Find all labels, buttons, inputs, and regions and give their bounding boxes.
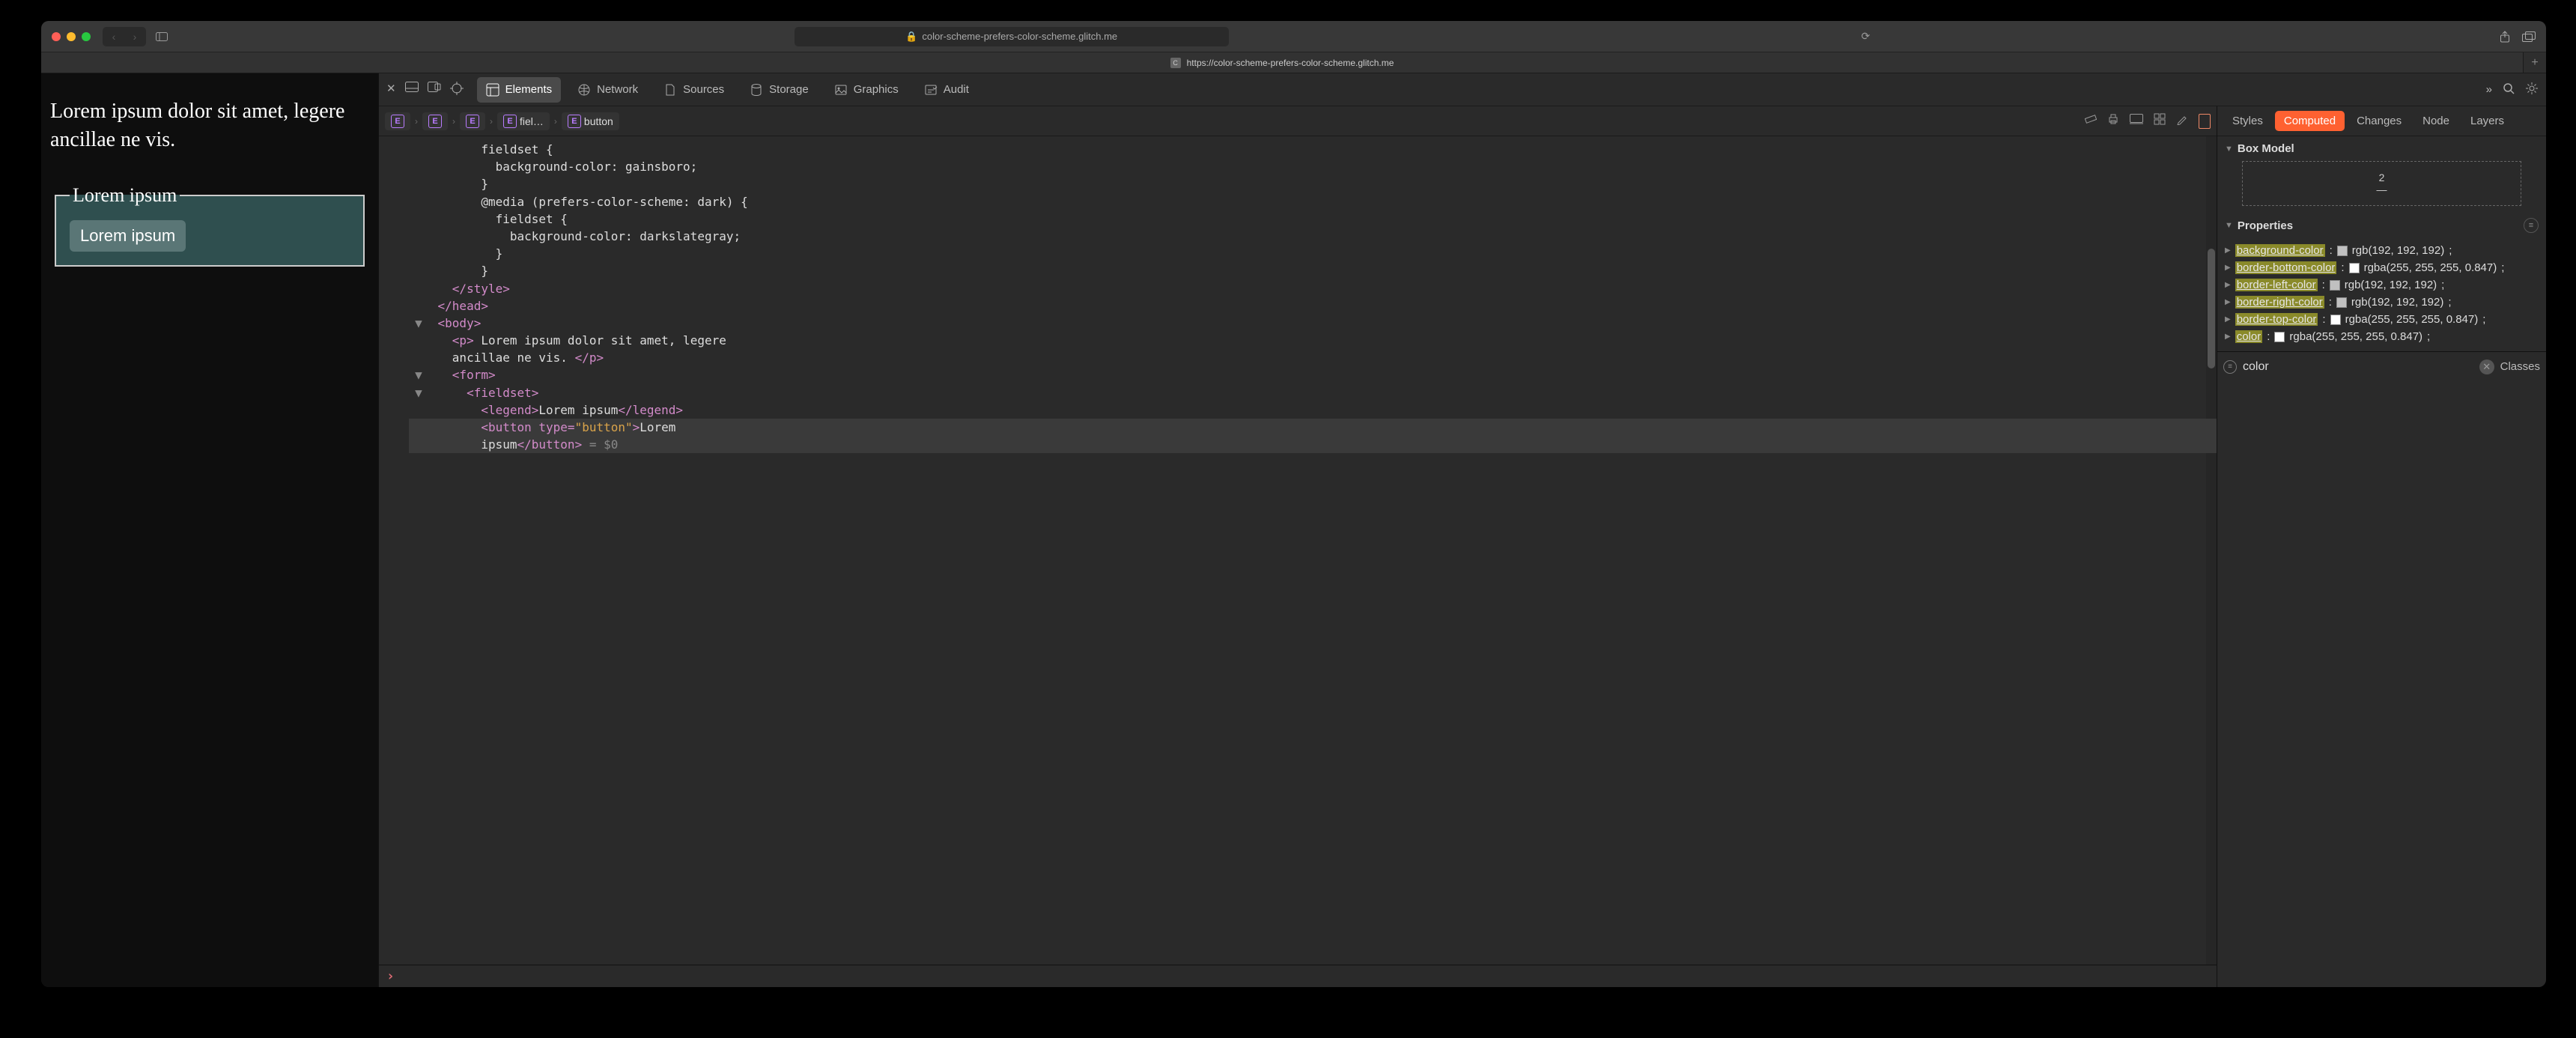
rendered-page: Lorem ipsum dolor sit amet, legere ancil… xyxy=(41,73,378,987)
print-icon[interactable] xyxy=(2107,113,2119,129)
breadcrumb-item[interactable]: Efiel… xyxy=(497,112,550,130)
tab-audit-label: Audit xyxy=(944,83,969,96)
dom-tree[interactable]: fieldset { background-color: gainsboro; … xyxy=(379,136,2217,965)
tab-node[interactable]: Node xyxy=(2414,111,2458,131)
favicon-icon: C xyxy=(1170,58,1181,68)
tab-title: https://color-scheme-prefers-color-schem… xyxy=(1187,58,1394,68)
forward-button[interactable]: › xyxy=(125,28,145,45)
computed-property[interactable]: ▶background-color: rgb(192, 192, 192); xyxy=(2225,242,2539,259)
console-prompt[interactable]: › xyxy=(379,965,2217,987)
reload-button[interactable]: ⟳ xyxy=(1856,28,1875,45)
sidebar-tabs: Styles Computed Changes Node Layers xyxy=(2217,106,2546,136)
breadcrumb-item[interactable]: E xyxy=(422,112,448,130)
breadcrumb-item[interactable]: Ebutton xyxy=(562,112,619,130)
share-icon[interactable] xyxy=(2498,30,2512,43)
elements-toolbar: E › E › E › Efiel… › Ebutton xyxy=(379,106,2217,136)
new-tab-button[interactable]: + xyxy=(2524,56,2546,70)
nav-back-forward: ‹ › xyxy=(103,27,146,46)
page-form: Lorem ipsum Lorem ipsum xyxy=(50,184,369,267)
toolbar-right xyxy=(2498,30,2536,43)
url-bar[interactable]: 🔒 color-scheme-prefers-color-scheme.glit… xyxy=(795,27,1229,46)
devtools-tabbar: ✕ Elements Network Sources xyxy=(379,73,2546,106)
compositing-icon[interactable] xyxy=(2199,114,2211,129)
tab-sources[interactable]: Sources xyxy=(654,77,733,103)
paint-icon[interactable] xyxy=(2176,113,2188,129)
computed-property[interactable]: ▶color: rgba(255, 255, 255, 0.847); xyxy=(2225,328,2539,345)
box-model-diagram: 2 — xyxy=(2242,161,2521,206)
tab-network-label: Network xyxy=(597,83,638,96)
tabs-icon[interactable] xyxy=(2522,30,2536,43)
page-button[interactable]: Lorem ipsum xyxy=(70,220,186,252)
tab-elements[interactable]: Elements xyxy=(477,77,562,103)
titlebar: ‹ › 🔒 color-scheme-prefers-color-scheme.… xyxy=(41,21,2546,52)
tab-audit[interactable]: Audit xyxy=(915,77,978,103)
styles-sidebar: Styles Computed Changes Node Layers ▼ Bo… xyxy=(2217,106,2546,987)
overflow-icon[interactable]: » xyxy=(2486,83,2492,96)
ruler-icon[interactable] xyxy=(2085,113,2097,129)
url-text: color-scheme-prefers-color-scheme.glitch… xyxy=(922,31,1117,42)
tab-storage-label: Storage xyxy=(769,83,809,96)
sidebar-toggle-button[interactable] xyxy=(152,28,171,45)
tab-elements-label: Elements xyxy=(505,83,553,96)
devtools-right-icons: » xyxy=(2486,82,2539,98)
computed-properties-list: ▶background-color: rgb(192, 192, 192);▶b… xyxy=(2217,239,2546,351)
computed-property[interactable]: ▶border-left-color: rgb(192, 192, 192); xyxy=(2225,276,2539,294)
tab-sources-label: Sources xyxy=(683,83,724,96)
tab-layers[interactable]: Layers xyxy=(2461,111,2513,131)
page-fieldset: Lorem ipsum Lorem ipsum xyxy=(55,184,365,267)
browser-tab[interactable]: C https://color-scheme-prefers-color-sch… xyxy=(41,52,2524,73)
disclosure-triangle-icon: ▼ xyxy=(2225,145,2233,154)
tab-graphics[interactable]: Graphics xyxy=(825,77,908,103)
filter-icon[interactable]: ≡ xyxy=(2524,218,2539,233)
breadcrumb-item[interactable]: E xyxy=(385,112,410,130)
breadcrumb-item[interactable]: E xyxy=(460,112,485,130)
minimize-window-button[interactable] xyxy=(67,32,76,41)
filter-input[interactable] xyxy=(2243,360,2473,374)
elements-toolbar-icons xyxy=(2085,113,2211,129)
tab-bar: C https://color-scheme-prefers-color-sch… xyxy=(41,52,2546,73)
search-icon[interactable] xyxy=(2503,82,2515,97)
device-icon[interactable] xyxy=(2130,114,2143,128)
devtools: ✕ Elements Network Sources xyxy=(378,73,2546,987)
zoom-window-button[interactable] xyxy=(82,32,91,41)
close-devtools-icon[interactable]: ✕ xyxy=(386,82,396,98)
computed-property[interactable]: ▶border-right-color: rgb(192, 192, 192); xyxy=(2225,294,2539,311)
tab-styles[interactable]: Styles xyxy=(2223,111,2272,131)
tab-changes[interactable]: Changes xyxy=(2348,111,2411,131)
devtools-left-icons: ✕ xyxy=(386,82,464,98)
clear-filter-button[interactable]: ✕ xyxy=(2479,359,2494,374)
lock-icon: 🔒 xyxy=(905,31,917,43)
tab-graphics-label: Graphics xyxy=(854,83,899,96)
computed-property[interactable]: ▶border-top-color: rgba(255, 255, 255, 0… xyxy=(2225,311,2539,328)
traffic-lights xyxy=(52,32,91,41)
tab-storage[interactable]: Storage xyxy=(741,77,818,103)
filter-bar: ≡ ✕ Classes xyxy=(2217,351,2546,381)
tab-computed[interactable]: Computed xyxy=(2275,111,2345,131)
target-icon[interactable] xyxy=(450,82,464,98)
grid-icon[interactable] xyxy=(2154,113,2166,129)
properties-header[interactable]: ▼ Properties ≡ xyxy=(2217,212,2546,239)
back-button[interactable]: ‹ xyxy=(104,28,124,45)
dock-side-icon[interactable] xyxy=(428,82,441,98)
page-paragraph: Lorem ipsum dolor sit amet, legere ancil… xyxy=(50,97,369,154)
safari-window: ‹ › 🔒 color-scheme-prefers-color-scheme.… xyxy=(41,21,2546,987)
computed-property[interactable]: ▶border-bottom-color: rgba(255, 255, 255… xyxy=(2225,259,2539,276)
dock-bottom-icon[interactable] xyxy=(405,82,419,98)
tab-network[interactable]: Network xyxy=(568,77,647,103)
close-window-button[interactable] xyxy=(52,32,61,41)
box-model-header[interactable]: ▼ Box Model xyxy=(2217,136,2546,161)
disclosure-triangle-icon: ▼ xyxy=(2225,221,2233,230)
elements-panel: E › E › E › Efiel… › Ebutton xyxy=(379,106,2217,987)
page-legend: Lorem ipsum xyxy=(70,184,180,207)
classes-button[interactable]: Classes xyxy=(2500,360,2540,373)
filter-icon: ≡ xyxy=(2223,360,2237,374)
settings-icon[interactable] xyxy=(2525,82,2539,98)
content-split: Lorem ipsum dolor sit amet, legere ancil… xyxy=(41,73,2546,987)
